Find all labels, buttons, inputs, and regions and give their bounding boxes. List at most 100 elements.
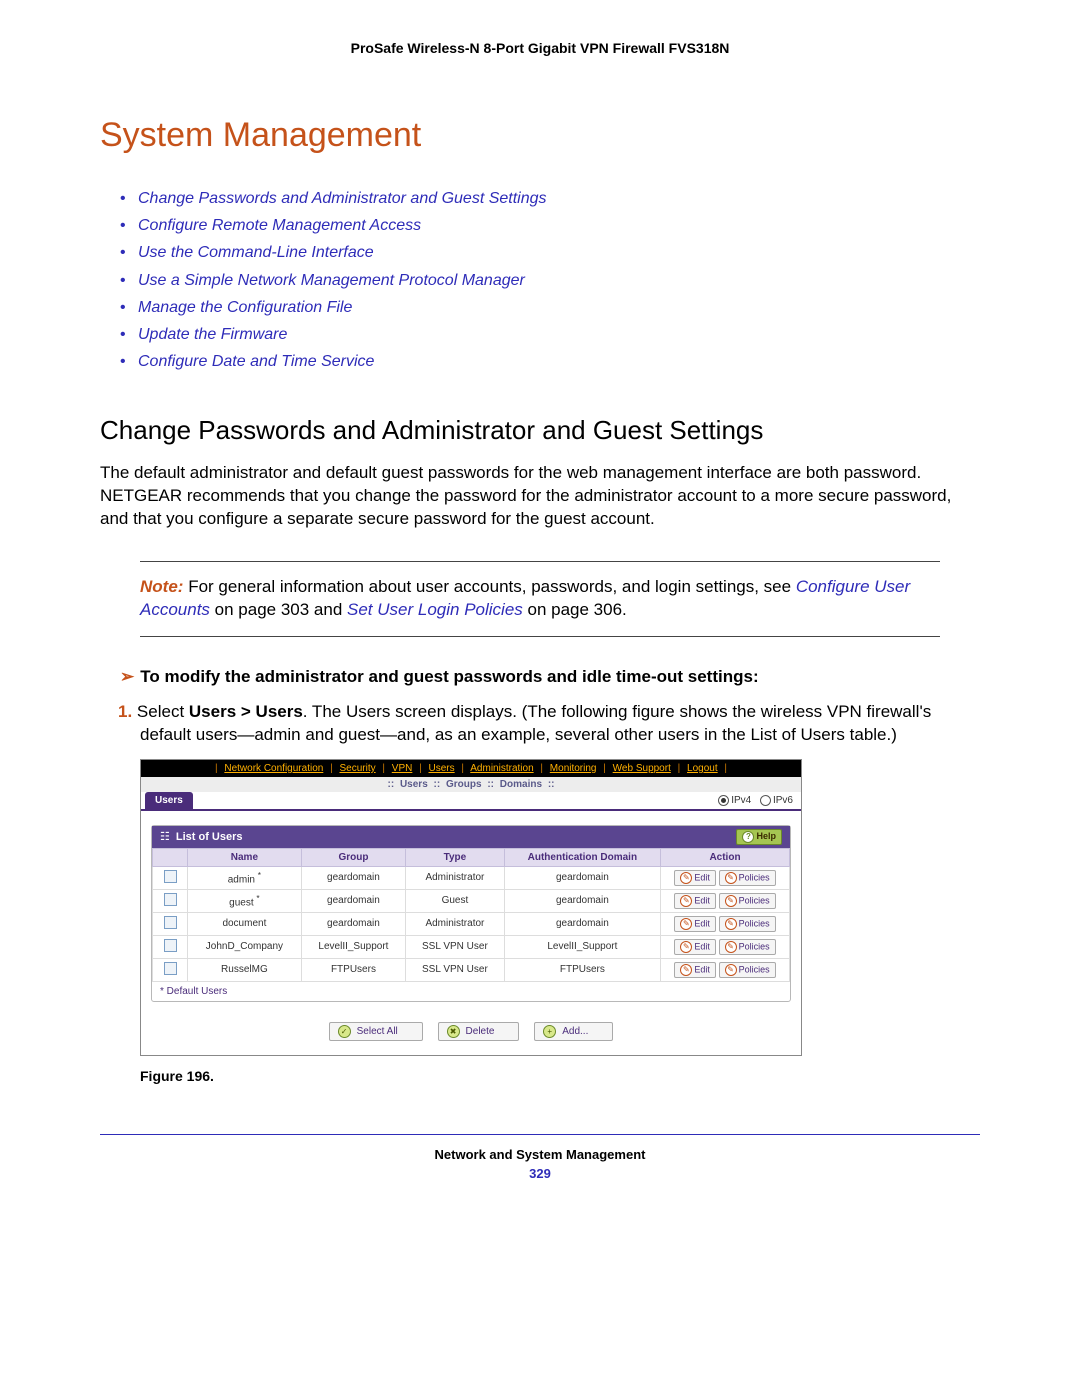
cell-name: admin	[228, 875, 255, 886]
nav-item[interactable]: Security	[339, 763, 375, 774]
nav-item[interactable]: Network Configuration	[224, 763, 323, 774]
policies-button[interactable]: ✎Policies	[719, 916, 776, 932]
cell-group: geardomain	[301, 889, 405, 912]
note-text: For general information about user accou…	[188, 577, 796, 596]
nav-sep: |	[674, 763, 685, 774]
nav-item[interactable]: Web Support	[613, 763, 671, 774]
toc-item[interactable]: Update the Firmware	[120, 321, 980, 348]
section-intro: The default administrator and default gu…	[100, 462, 980, 531]
edit-button[interactable]: ✎Edit	[674, 916, 716, 932]
col-type: Type	[406, 848, 505, 866]
delete-icon: ✖	[447, 1025, 460, 1038]
table-row: RusselMG FTPUsers SSL VPN User FTPUsers …	[153, 958, 790, 981]
row-checkbox[interactable]	[164, 916, 177, 929]
policies-button[interactable]: ✎Policies	[719, 893, 776, 909]
ui-screenshot: | Network Configuration | Security | VPN…	[140, 759, 802, 1056]
table-row: JohnD_Company LevelII_Support SSL VPN Us…	[153, 935, 790, 958]
ip-toggle: IPv4 IPv6	[712, 795, 793, 806]
policies-button[interactable]: ✎Policies	[719, 870, 776, 886]
table-row: document geardomain Administrator geardo…	[153, 912, 790, 935]
subnav-item[interactable]: Groups	[446, 779, 482, 790]
arrow-icon: ➢	[120, 667, 134, 686]
row-checkbox[interactable]	[164, 893, 177, 906]
col-action: Action	[661, 848, 790, 866]
note-text: on page 303 and	[210, 600, 347, 619]
toc-item[interactable]: Use a Simple Network Management Protocol…	[120, 267, 980, 294]
cell-auth: geardomain	[504, 866, 660, 889]
edit-button[interactable]: ✎Edit	[674, 939, 716, 955]
delete-button[interactable]: ✖Delete	[438, 1022, 520, 1041]
sub-nav: :: Users :: Groups :: Domains ::	[141, 777, 801, 792]
toc-item[interactable]: Configure Date and Time Service	[120, 348, 980, 375]
add-button[interactable]: +Add...	[534, 1022, 613, 1041]
panel-title: List of Users	[176, 831, 243, 843]
cell-auth: LevelII_Support	[504, 935, 660, 958]
page-number: 329	[100, 1166, 980, 1181]
product-header: ProSafe Wireless-N 8-Port Gigabit VPN Fi…	[100, 40, 980, 56]
procedure-lead: ➢To modify the administrator and guest p…	[100, 667, 980, 687]
cell-name: JohnD_Company	[188, 935, 302, 958]
edit-button[interactable]: ✎Edit	[674, 962, 716, 978]
nav-item[interactable]: Monitoring	[550, 763, 597, 774]
nav-item[interactable]: Administration	[470, 763, 533, 774]
footer: Network and System Management 329	[100, 1147, 980, 1181]
cell-auth: FTPUsers	[504, 958, 660, 981]
policies-button[interactable]: ✎Policies	[719, 962, 776, 978]
edit-icon: ✎	[680, 964, 692, 976]
toc-item[interactable]: Manage the Configuration File	[120, 294, 980, 321]
label-ipv4: IPv4	[731, 795, 751, 806]
cell-name: guest	[229, 898, 253, 909]
panel-header: ☷ List of Users ?Help	[152, 826, 790, 848]
section-heading: Change Passwords and Administrator and G…	[100, 415, 980, 446]
radio-ipv4[interactable]	[718, 795, 729, 806]
default-users-note: * Default Users	[152, 982, 790, 1001]
row-checkbox[interactable]	[164, 870, 177, 883]
edit-icon: ✎	[680, 941, 692, 953]
edit-button[interactable]: ✎Edit	[674, 893, 716, 909]
policies-icon: ✎	[725, 941, 737, 953]
add-icon: +	[543, 1025, 556, 1038]
table-row: admin * geardomain Administrator geardom…	[153, 866, 790, 889]
note-box: Note: For general information about user…	[140, 561, 940, 637]
note-link-b[interactable]: Set User Login Policies	[347, 600, 523, 619]
policies-icon: ✎	[725, 895, 737, 907]
policies-icon: ✎	[725, 918, 737, 930]
row-checkbox[interactable]	[164, 962, 177, 975]
subnav-item[interactable]: Domains	[500, 779, 542, 790]
policies-icon: ✎	[725, 964, 737, 976]
radio-ipv6[interactable]	[760, 795, 771, 806]
cell-group: FTPUsers	[301, 958, 405, 981]
nav-item[interactable]: VPN	[392, 763, 413, 774]
help-button[interactable]: ?Help	[736, 829, 782, 845]
table-row: guest * geardomain Guest geardomain ✎Edi…	[153, 889, 790, 912]
tab-users[interactable]: Users	[145, 792, 193, 809]
cell-name: document	[188, 912, 302, 935]
toc-item[interactable]: Change Passwords and Administrator and G…	[120, 185, 980, 212]
step-1: 1. Select Users > Users. The Users scree…	[100, 701, 980, 747]
button-row: ✓Select All ✖Delete +Add...	[141, 1012, 801, 1055]
table-of-contents: Change Passwords and Administrator and G…	[100, 185, 980, 375]
edit-icon: ✎	[680, 895, 692, 907]
cell-group: geardomain	[301, 866, 405, 889]
nav-sep: |	[599, 763, 610, 774]
nav-item[interactable]: Users	[429, 763, 455, 774]
note-label: Note:	[140, 577, 183, 596]
subnav-sep: ::	[487, 779, 494, 790]
nav-sep: |	[326, 763, 337, 774]
row-checkbox[interactable]	[164, 939, 177, 952]
policies-icon: ✎	[725, 872, 737, 884]
nav-item[interactable]: Logout	[687, 763, 718, 774]
edit-button[interactable]: ✎Edit	[674, 870, 716, 886]
step-number: 1.	[118, 702, 132, 721]
edit-icon: ✎	[680, 872, 692, 884]
footer-rule	[100, 1134, 980, 1135]
select-all-button[interactable]: ✓Select All	[329, 1022, 423, 1041]
step-text: Select	[137, 702, 189, 721]
toc-item[interactable]: Configure Remote Management Access	[120, 212, 980, 239]
subnav-sep: ::	[388, 779, 395, 790]
subnav-item[interactable]: Users	[400, 779, 428, 790]
col-auth: Authentication Domain	[504, 848, 660, 866]
policies-button[interactable]: ✎Policies	[719, 939, 776, 955]
cell-type: SSL VPN User	[406, 935, 505, 958]
toc-item[interactable]: Use the Command-Line Interface	[120, 239, 980, 266]
